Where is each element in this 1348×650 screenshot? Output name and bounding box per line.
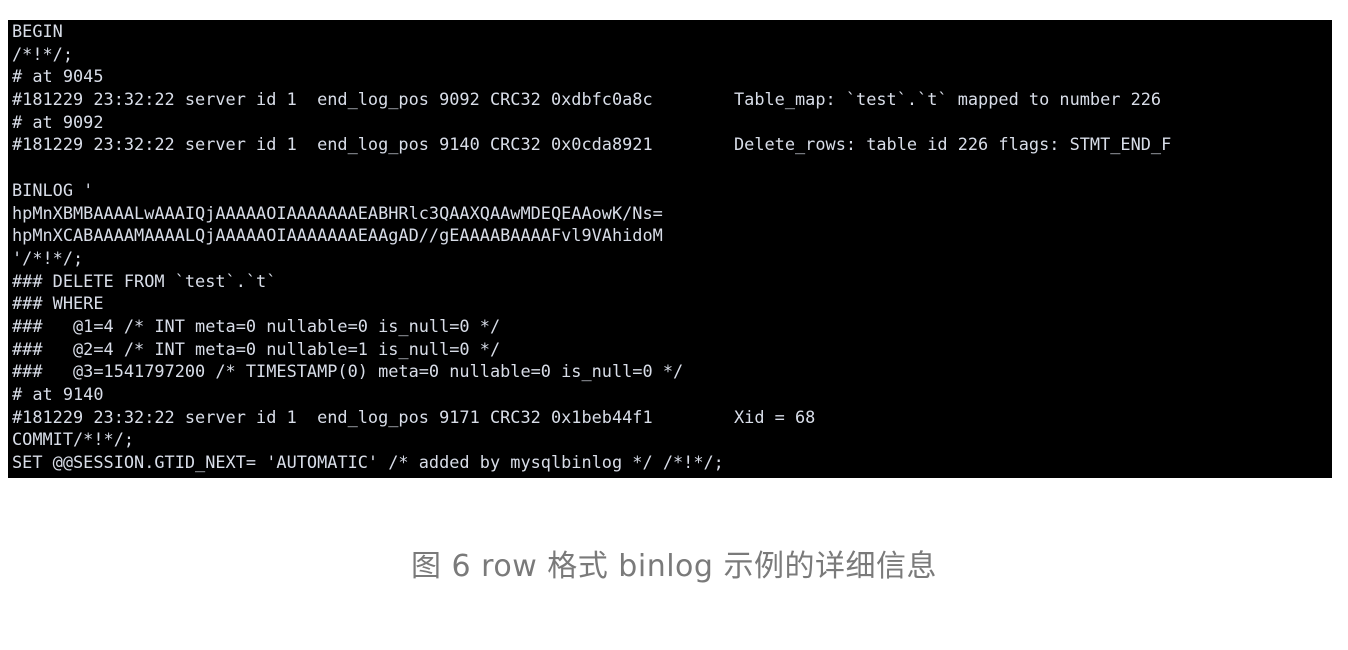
terminal-line: hpMnXBMBAAAALwAAAIQjAAAAAOIAAAAAAAEABHRl… bbox=[12, 202, 663, 223]
terminal-line: SET @@SESSION.GTID_NEXT= 'AUTOMATIC' /* … bbox=[12, 452, 724, 473]
terminal-line: COMMIT/*!*/; bbox=[12, 429, 135, 450]
terminal-line: #181229 23:32:22 server id 1 end_log_pos… bbox=[12, 406, 816, 427]
terminal-line: #181229 23:32:22 server id 1 end_log_pos… bbox=[12, 134, 1172, 155]
terminal-line: BEGIN bbox=[12, 21, 63, 41]
terminal-line: ### @3=1541797200 /* TIMESTAMP(0) meta=0… bbox=[12, 361, 684, 382]
terminal-line: '/*!*/; bbox=[12, 247, 84, 268]
terminal-line: BINLOG ' bbox=[12, 179, 94, 200]
terminal-line: ### @2=4 /* INT meta=0 nullable=1 is_nul… bbox=[12, 338, 501, 359]
terminal-line: #181229 23:32:22 server id 1 end_log_pos… bbox=[12, 89, 1162, 110]
terminal-line: # at 9140 bbox=[12, 384, 104, 404]
terminal-line: ### @1=4 /* INT meta=0 nullable=0 is_nul… bbox=[12, 315, 501, 336]
terminal-line: /*!*/; bbox=[12, 43, 74, 64]
figure-caption: 图 6 row 格式 binlog 示例的详细信息 bbox=[411, 549, 937, 584]
terminal-line: # at 9092 bbox=[12, 111, 104, 132]
terminal-output: BEGIN /*!*/; # at 9045 #181229 23:32:22 … bbox=[8, 20, 1332, 478]
terminal-line: # at 9045 bbox=[12, 66, 104, 87]
terminal-line: hpMnXCABAAAAMAAAALQjAAAAAOIAAAAAAAEAAgAD… bbox=[12, 225, 663, 246]
terminal-line: ### DELETE FROM `test`.`t` bbox=[12, 270, 277, 291]
terminal-line: ### WHERE bbox=[12, 293, 104, 314]
